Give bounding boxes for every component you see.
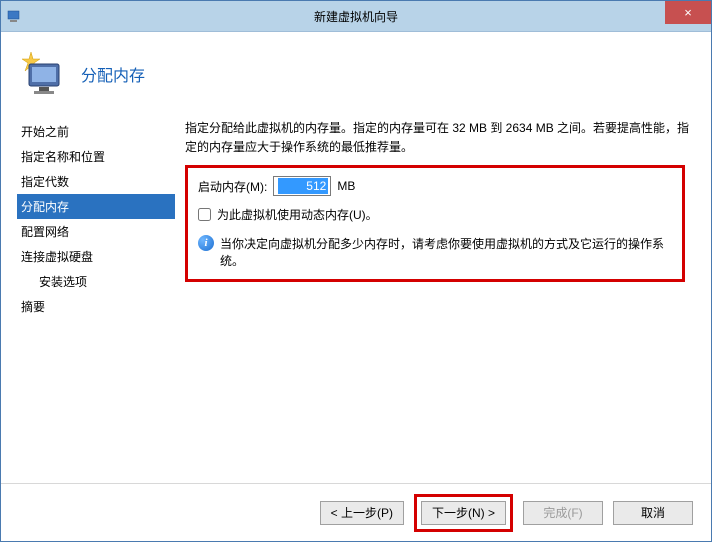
- wizard-window: 新建虚拟机向导 × 分配内存 开始之前 指定名称和位置 指定代数 分配内存 配置…: [0, 0, 712, 542]
- wizard-header-icon: [19, 50, 67, 98]
- dynamic-memory-label: 为此虚拟机使用动态内存(U)。: [217, 206, 378, 223]
- sidebar-item-name-location[interactable]: 指定名称和位置: [17, 144, 175, 169]
- next-button[interactable]: 下一步(N) >: [421, 501, 506, 525]
- memory-unit-label: MB: [337, 179, 355, 193]
- sidebar-item-generation[interactable]: 指定代数: [17, 169, 175, 194]
- titlebar: 新建虚拟机向导 ×: [1, 1, 711, 32]
- finish-button: 完成(F): [523, 501, 603, 525]
- sidebar-item-network[interactable]: 配置网络: [17, 219, 175, 244]
- close-icon: ×: [684, 5, 692, 20]
- wizard-footer: < 上一步(P) 下一步(N) > 完成(F) 取消: [1, 483, 711, 541]
- close-button[interactable]: ×: [665, 1, 711, 24]
- app-icon: [7, 8, 23, 24]
- window-title: 新建虚拟机向导: [314, 8, 398, 25]
- sidebar-item-memory[interactable]: 分配内存: [17, 194, 175, 219]
- sidebar-item-summary[interactable]: 摘要: [17, 294, 175, 319]
- sidebar-item-install-options[interactable]: 安装选项: [17, 269, 175, 294]
- dynamic-memory-checkbox[interactable]: [198, 208, 211, 221]
- prev-button[interactable]: < 上一步(P): [320, 501, 404, 525]
- description-text: 指定分配给此虚拟机的内存量。指定的内存量可在 32 MB 到 2634 MB 之…: [185, 119, 695, 157]
- info-row: i 当你决定向虚拟机分配多少内存时，请考虑你要使用虚拟机的方式及它运行的操作系统…: [198, 235, 672, 269]
- sidebar: 开始之前 指定名称和位置 指定代数 分配内存 配置网络 连接虚拟硬盘 安装选项 …: [17, 115, 175, 483]
- memory-settings-highlight: 启动内存(M): 512 MB 为此虚拟机使用动态内存(U)。 i 当你决定向虚…: [185, 165, 685, 282]
- content-panel: 指定分配给此虚拟机的内存量。指定的内存量可在 32 MB 到 2634 MB 之…: [185, 115, 695, 483]
- startup-memory-input[interactable]: 512: [273, 176, 331, 196]
- next-button-highlight: 下一步(N) >: [414, 494, 513, 532]
- dynamic-memory-row: 为此虚拟机使用动态内存(U)。: [198, 206, 672, 223]
- info-text: 当你决定向虚拟机分配多少内存时，请考虑你要使用虚拟机的方式及它运行的操作系统。: [220, 235, 672, 269]
- wizard-header: 分配内存: [1, 32, 711, 106]
- info-icon: i: [198, 235, 214, 251]
- sidebar-item-vhd[interactable]: 连接虚拟硬盘: [17, 244, 175, 269]
- startup-memory-row: 启动内存(M): 512 MB: [198, 176, 672, 196]
- cancel-button[interactable]: 取消: [613, 501, 693, 525]
- startup-memory-label: 启动内存(M):: [198, 178, 267, 195]
- sidebar-item-before-begin[interactable]: 开始之前: [17, 119, 175, 144]
- page-title: 分配内存: [81, 62, 145, 86]
- startup-memory-value: 512: [278, 178, 328, 194]
- wizard-body: 开始之前 指定名称和位置 指定代数 分配内存 配置网络 连接虚拟硬盘 安装选项 …: [1, 107, 711, 483]
